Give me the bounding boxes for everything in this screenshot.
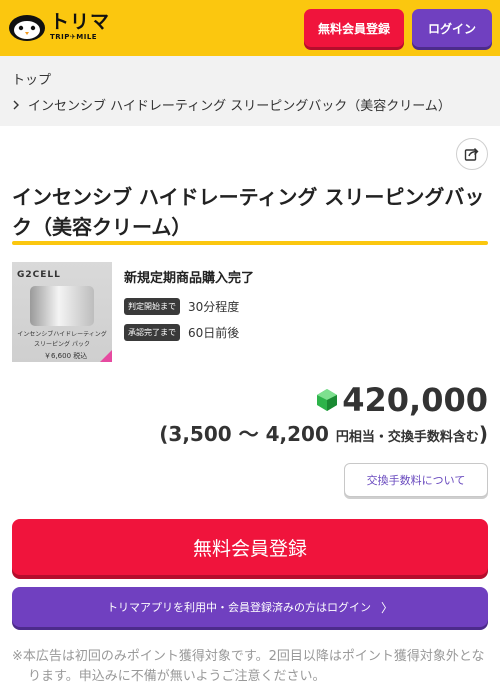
yen-close-paren: ) (478, 422, 488, 446)
breadcrumb: トップ インセンシブ ハイドレーティング スリーピングバック（美容クリーム） (0, 56, 500, 126)
share-button[interactable] (456, 138, 488, 170)
judge-timing-row: 判定開始まで 30分程度 (124, 298, 239, 315)
app-login-label: トリマアプリを利用中・会員登録済みの方はログイン (106, 601, 371, 614)
approve-timing-tag: 承認完了まで (124, 324, 180, 341)
trima-logo[interactable]: トリマ TRIP✈MILE (8, 12, 110, 42)
approve-timing-row: 承認完了まで 60日前後 (124, 324, 239, 341)
disclaimer-text: ※本広告は初回のみポイント獲得対象です。2回目以降はポイント獲得対象外となります… (12, 649, 485, 684)
logo-text: トリマ TRIP✈MILE (50, 13, 110, 41)
exchange-fee-button[interactable]: 交換手数料について (344, 463, 488, 497)
yen-range: (3,500 〜 4,200 (159, 422, 329, 446)
breadcrumb-home-link[interactable]: トップ (12, 69, 51, 88)
yen-equivalent: (3,500 〜 4,200 円相当・交換手数料含む) (159, 418, 488, 447)
title-underline (12, 241, 488, 245)
header-register-button[interactable]: 無料会員登録 (304, 9, 404, 47)
header-login-button[interactable]: ログイン (412, 9, 492, 47)
product-image-caption-2: スリーピング パック (34, 341, 90, 348)
product-image-caption: インセンシブハイドレーティング (17, 331, 107, 338)
logo-wordmark: トリマ (50, 11, 111, 33)
product-image-price: ￥6,600 税込 (44, 352, 88, 360)
image-corner-mark (100, 350, 112, 362)
product-image-brand: G2CELL (17, 270, 61, 280)
app-login-button[interactable]: トリマアプリを利用中・会員登録済みの方はログイン 〉 (12, 587, 488, 627)
product-title: インセンシブ ハイドレーティング スリーピングバック（美容クリーム） (12, 185, 485, 239)
breadcrumb-current: インセンシブ ハイドレーティング スリーピングバック（美容クリーム） (12, 95, 451, 114)
cream-jar-illustration (30, 286, 94, 326)
site-header: トリマ TRIP✈MILE 無料会員登録 ログイン (0, 0, 500, 56)
product-image: G2CELL インセンシブハイドレーティング スリーピング パック ￥6,600… (12, 262, 112, 362)
reward-points: 420,000 (316, 380, 488, 420)
judge-timing-value: 30分程度 (188, 300, 240, 314)
share-icon (464, 148, 479, 161)
point-gem-icon (317, 389, 338, 411)
logo-tagline: TRIP✈MILE (50, 33, 98, 41)
judge-timing-tag: 判定開始まで (124, 298, 180, 315)
points-value: 420,000 (342, 381, 488, 419)
chevron-right-icon (12, 99, 28, 114)
earning-condition: 新規定期商品購入完了 (124, 271, 255, 286)
register-button[interactable]: 無料会員登録 (12, 519, 488, 575)
approve-timing-value: 60日前後 (188, 326, 240, 340)
penguin-logo-icon (9, 15, 45, 41)
breadcrumb-current-label: インセンシブ ハイドレーティング スリーピングバック（美容クリーム） (28, 99, 451, 114)
yen-note: 円相当・交換手数料含む (335, 430, 479, 445)
chevron-right-icon: 〉 (380, 600, 393, 615)
